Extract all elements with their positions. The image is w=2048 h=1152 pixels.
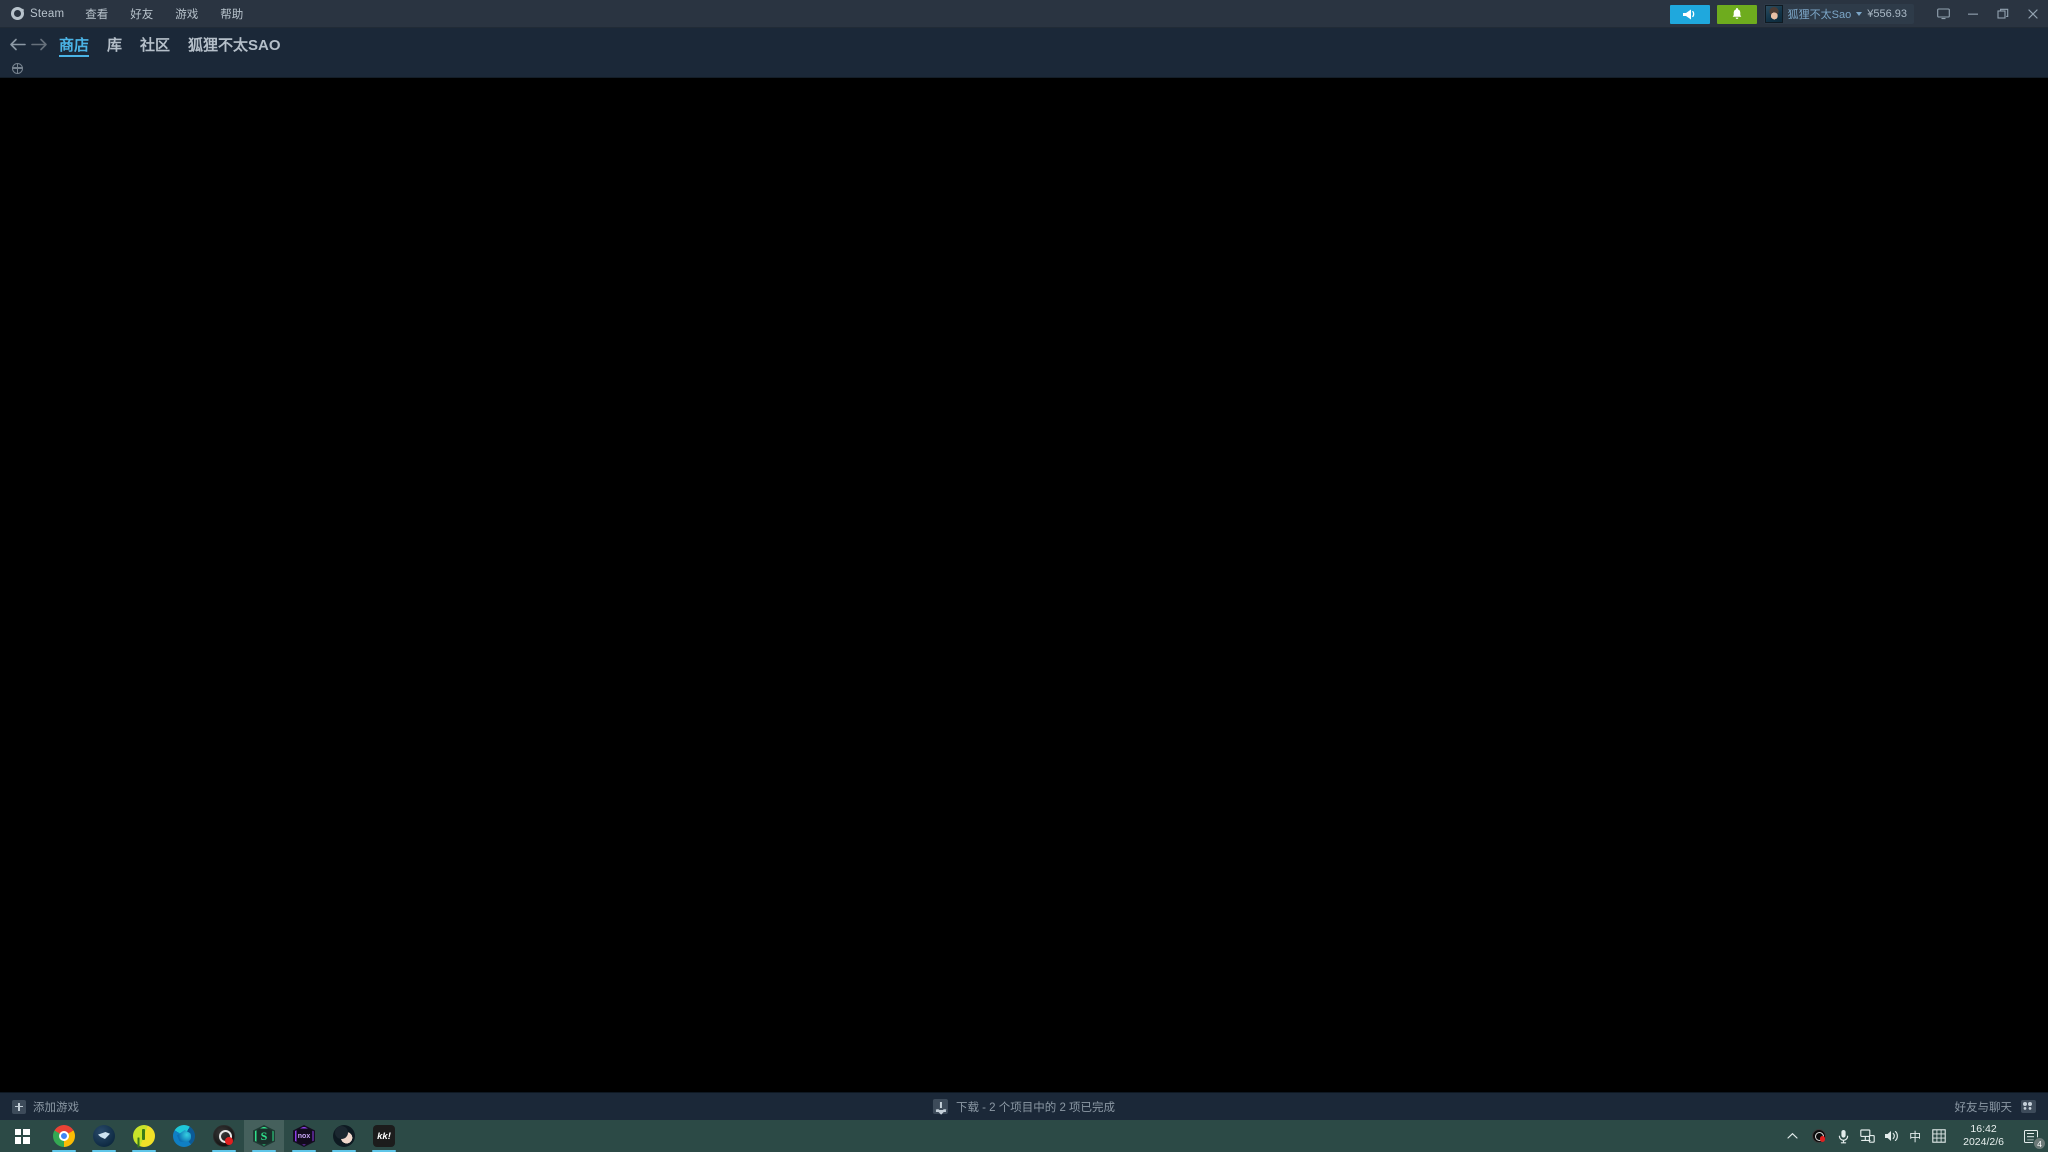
friends-label: 好友与聊天 <box>1954 1101 2013 1114</box>
status-bar: 添加游戏 下载 - 2 个项目中的 2 项已完成 好友与聊天 <box>0 1092 2048 1120</box>
tray-icon-list: 中 <box>1805 1120 1953 1152</box>
microphone-icon <box>1838 1129 1848 1143</box>
tray-item-input-panel[interactable] <box>1927 1120 1951 1152</box>
taskbar-apps <box>44 1120 404 1152</box>
music-player-icon <box>133 1125 155 1147</box>
chrome-icon <box>53 1125 75 1147</box>
nav-tab-profile[interactable]: 狐狸不太SAO <box>179 29 290 59</box>
globe-icon[interactable] <box>11 62 23 74</box>
chevron-up-icon <box>1787 1132 1798 1139</box>
windows-taskbar: 中 16:42 2024/2/6 4 <box>0 1120 2048 1152</box>
tray-item-obs[interactable] <box>1807 1120 1831 1152</box>
tray-item-volume[interactable] <box>1879 1120 1903 1152</box>
downloads-status[interactable]: 下载 - 2 个项目中的 2 项已完成 <box>932 1099 1116 1115</box>
sub-toolbar <box>0 60 2048 78</box>
menu-bar: Steam 查看 好友 游戏 帮助 <box>0 0 254 28</box>
account-menu[interactable]: 狐狸不太Sao ¥556.93 <box>1763 4 1914 24</box>
restore-icon <box>1997 8 2009 19</box>
obs-studio-icon <box>213 1125 235 1147</box>
bell-icon <box>1732 7 1741 19</box>
taskbar-item-avatar-app[interactable] <box>324 1120 364 1152</box>
clock-time: 16:42 <box>1970 1122 1997 1135</box>
titlebar: Steam 查看 好友 游戏 帮助 狐狸不太Sao ¥556.93 <box>0 0 2048 28</box>
show-hidden-icons-button[interactable] <box>1779 1120 1805 1152</box>
kk-app-icon <box>373 1125 395 1147</box>
arrow-right-icon <box>30 38 47 50</box>
close-button[interactable] <box>2018 0 2048 28</box>
nav-tab-store[interactable]: 商店 <box>50 29 98 59</box>
taskbar-item-chrome[interactable] <box>44 1120 84 1152</box>
steam-menu-label: Steam <box>30 7 65 20</box>
obs-tray-icon <box>1812 1129 1827 1143</box>
volume-icon <box>1884 1131 1898 1141</box>
display-mode-button[interactable] <box>1928 0 1958 28</box>
avatar <box>1764 5 1783 23</box>
add-game-button[interactable]: 添加游戏 <box>0 1099 79 1115</box>
store-content-area <box>0 78 2048 1092</box>
menu-item-games[interactable]: 游戏 <box>164 0 209 28</box>
taskbar-item-snipaste[interactable] <box>244 1120 284 1152</box>
navigation-bar: 商店 库 社区 狐狸不太SAO <box>0 28 2048 60</box>
nox-player-icon <box>293 1125 315 1147</box>
downloads-label: 下载 - 2 个项目中的 2 项已完成 <box>955 1101 1116 1114</box>
taskbar-item-steam[interactable] <box>84 1120 124 1152</box>
close-icon <box>2028 9 2038 19</box>
steam-window: Steam 查看 好友 游戏 帮助 狐狸不太Sao ¥556.93 商店 库 社… <box>0 0 2048 1120</box>
download-icon <box>932 1099 948 1114</box>
tray-item-microphone[interactable] <box>1831 1120 1855 1152</box>
add-game-label: 添加游戏 <box>33 1101 79 1114</box>
taskbar-item-edge[interactable] <box>164 1120 204 1152</box>
steam-logo-icon <box>11 7 24 20</box>
arrow-left-icon <box>9 38 26 50</box>
taskbar-item-music-player[interactable] <box>124 1120 164 1152</box>
tray-item-network[interactable] <box>1855 1120 1879 1152</box>
account-balance: ¥556.93 <box>1867 8 1907 20</box>
menu-item-view[interactable]: 查看 <box>74 0 119 28</box>
maximize-button[interactable] <box>1988 0 2018 28</box>
snipaste-icon <box>253 1125 275 1147</box>
plus-icon <box>12 1099 26 1114</box>
chevron-down-icon <box>1856 12 1863 16</box>
menu-item-friends[interactable]: 好友 <box>119 0 164 28</box>
steam-icon <box>93 1125 115 1147</box>
titlebar-right-controls: 狐狸不太Sao ¥556.93 <box>1669 0 2048 28</box>
input-panel-icon <box>1932 1129 1946 1143</box>
taskbar-item-kk-app[interactable] <box>364 1120 404 1152</box>
tray-item-ime[interactable]: 中 <box>1903 1120 1927 1152</box>
edge-icon <box>173 1125 195 1147</box>
notifications-button[interactable] <box>1716 4 1757 24</box>
megaphone-icon <box>1683 9 1695 19</box>
broadcast-button[interactable] <box>1669 4 1710 24</box>
minimize-icon <box>1968 13 1978 15</box>
notification-badge: 4 <box>2033 1137 2046 1150</box>
system-tray: 中 16:42 2024/2/6 4 <box>1779 1120 2048 1152</box>
back-button[interactable] <box>6 32 28 56</box>
nav-tab-community[interactable]: 社区 <box>131 29 179 59</box>
taskbar-item-nox-player[interactable] <box>284 1120 324 1152</box>
friends-icon <box>2021 1100 2036 1113</box>
action-center-button[interactable]: 4 <box>2014 1120 2048 1152</box>
forward-button[interactable] <box>28 32 50 56</box>
start-button[interactable] <box>0 1120 44 1152</box>
avatar-app-icon <box>333 1125 355 1147</box>
clock-date: 2024/2/6 <box>1963 1136 2004 1148</box>
ime-icon: 中 <box>1909 1129 1922 1144</box>
windows-start-icon <box>14 1128 30 1144</box>
nav-tab-library[interactable]: 库 <box>98 29 131 59</box>
network-icon <box>1859 1129 1875 1143</box>
minimize-button[interactable] <box>1958 0 1988 28</box>
clock[interactable]: 16:42 2024/2/6 <box>1953 1120 2014 1152</box>
steam-menu-button[interactable]: Steam <box>9 0 74 28</box>
friends-and-chat-button[interactable]: 好友与聊天 <box>1954 1099 2036 1115</box>
account-name: 狐狸不太Sao <box>1787 9 1852 21</box>
taskbar-item-obs-studio[interactable] <box>204 1120 244 1152</box>
monitor-icon <box>1936 8 1950 20</box>
menu-item-help[interactable]: 帮助 <box>209 0 254 28</box>
